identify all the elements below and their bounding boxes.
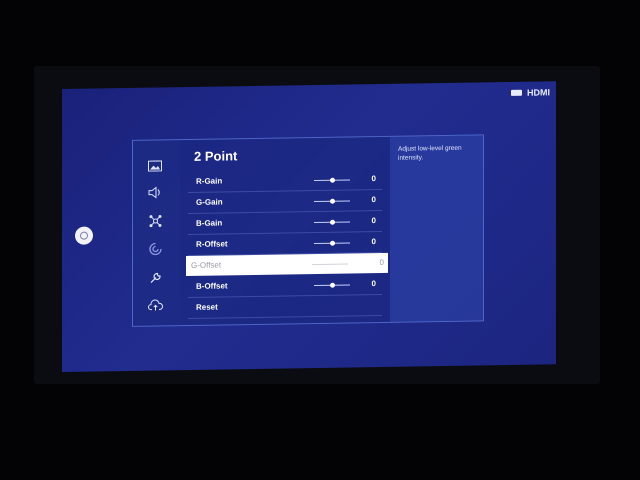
value-slider[interactable] (314, 219, 350, 225)
support-icon[interactable] (146, 269, 164, 285)
value-slider[interactable] (314, 177, 350, 183)
settings-circle-icon (80, 231, 88, 240)
menu-item-label: R-Gain (196, 176, 223, 186)
slider-knob[interactable] (329, 240, 335, 246)
slider-knob[interactable] (329, 219, 335, 225)
cloud-upload-icon[interactable] (146, 297, 164, 313)
menu-item-label: G-Offset (191, 260, 222, 270)
description-pane: Adjust low-level green intensity. (390, 135, 483, 322)
menu-item-r-gain[interactable]: R-Gain 0 (188, 168, 382, 194)
value-slider[interactable] (314, 240, 350, 246)
menu-item-value: 0 (371, 195, 376, 205)
menu-item-value: 0 (371, 237, 376, 247)
menu-item-label: G-Gain (196, 197, 223, 207)
settings-circle-button[interactable] (75, 226, 93, 245)
source-label: HDMI (527, 87, 550, 98)
menu-title: 2 Point (194, 148, 238, 164)
slider-knob[interactable] (329, 282, 335, 288)
category-sidebar (133, 140, 180, 326)
value-slider[interactable] (314, 282, 350, 288)
menu-item-label: B-Gain (196, 218, 223, 228)
menu-item-g-gain[interactable]: G-Gain 0 (188, 189, 382, 215)
menu-item-b-gain[interactable]: B-Gain 0 (188, 210, 382, 236)
menu-item-g-offset[interactable]: G-Offset 0 (186, 252, 388, 277)
sound-icon[interactable] (146, 184, 164, 200)
menu-item-r-offset[interactable]: R-Offset 0 (188, 231, 382, 257)
tv-screen: HDMI 2 Point R-Gain 0 G-Gain 0 B-Gain 0 … (62, 81, 556, 373)
menu-item-b-offset[interactable]: B-Offset 0 (188, 273, 382, 299)
menu-item-reset[interactable]: Reset (188, 294, 382, 320)
picture-icon[interactable] (146, 157, 164, 173)
menu-item-value: 0 (371, 279, 376, 289)
network-icon[interactable] (146, 212, 164, 228)
menu-item-value: 0 (371, 216, 376, 226)
menu-item-label: R-Offset (196, 239, 228, 249)
menu-item-label: Reset (196, 302, 218, 312)
slider-knob[interactable] (329, 177, 335, 183)
source-indicator: HDMI (511, 87, 550, 98)
menu-item-value: 0 (379, 257, 384, 268)
value-slider[interactable] (314, 198, 350, 204)
menu-item-value: 0 (371, 174, 376, 184)
hdmi-input-icon (511, 89, 522, 96)
value-slider[interactable] (312, 263, 348, 266)
settings-panel: 2 Point R-Gain 0 G-Gain 0 B-Gain 0 R-Off… (132, 134, 484, 327)
general-icon[interactable] (146, 240, 164, 256)
slider-knob[interactable] (329, 198, 335, 204)
menu-item-label: B-Offset (196, 281, 228, 291)
menu-content: 2 Point R-Gain 0 G-Gain 0 B-Gain 0 R-Off… (180, 136, 390, 326)
description-text: Adjust low-level green intensity. (398, 144, 462, 162)
